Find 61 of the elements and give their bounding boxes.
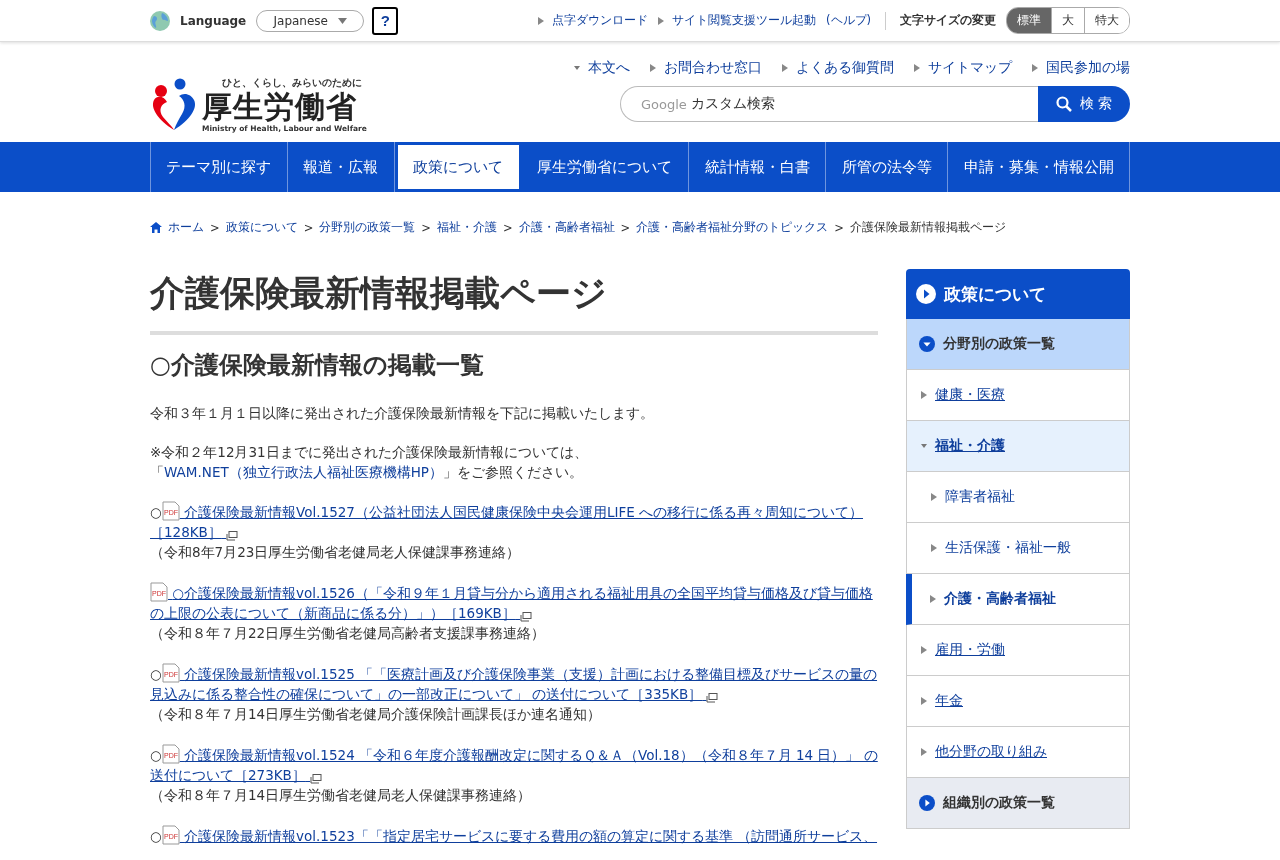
font-size-button[interactable]: 標準: [1007, 8, 1051, 33]
wam-net-link[interactable]: WAM.NET（独立行政法人福祉医療機構HP）: [164, 464, 443, 480]
breadcrumb-link[interactable]: 福祉・介護: [436, 220, 497, 235]
header-link[interactable]: 国民参加の場: [1032, 59, 1130, 77]
sidebar-title[interactable]: 政策について: [906, 269, 1130, 319]
nav-tab[interactable]: 申請・募集・情報公開: [948, 142, 1131, 192]
bullet-mark: ○: [150, 746, 162, 765]
language-label: Language: [180, 13, 247, 28]
bullet-mark: ○: [150, 665, 162, 684]
utility-link[interactable]: 点字ダウンロード: [538, 13, 648, 28]
header-link[interactable]: サイトマップ: [914, 59, 1012, 77]
search-button[interactable]: 検 索: [1038, 86, 1130, 122]
sidebar-section[interactable]: 分野別の政策一覧: [906, 319, 1130, 370]
sidebar-item[interactable]: 生活保護・福祉一般: [906, 523, 1130, 574]
header-link[interactable]: お問合わせ窓口: [650, 59, 762, 77]
help-button[interactable]: ?: [372, 6, 399, 35]
notice-source: （令和８年７月22日厚生労働省老健局高齢者支援課事務連絡）: [150, 624, 547, 643]
sidebar-item[interactable]: 年金: [906, 676, 1130, 727]
header-link[interactable]: 本文へ: [574, 59, 630, 77]
breadcrumb-separator: >: [620, 220, 631, 235]
language-select[interactable]: Japanese: [256, 9, 365, 32]
breadcrumb-separator: >: [502, 220, 513, 235]
nav-tab[interactable]: 所管の法令等: [826, 142, 949, 192]
nav-tab[interactable]: 報道・広報: [287, 142, 395, 192]
breadcrumb-separator: >: [421, 220, 431, 235]
nav-tab[interactable]: 統計情報・白書: [689, 142, 827, 192]
sidebar-item[interactable]: 介護・高齢者福祉: [906, 574, 1130, 625]
font-size-button[interactable]: 特大: [1084, 8, 1129, 33]
font-size-label: 文字サイズの変更: [900, 12, 996, 29]
breadcrumb-link[interactable]: 政策について: [225, 220, 298, 235]
notice-source: （令和8年7月23日厚生労働省老健局老人保健課事務連絡）: [150, 543, 522, 562]
sidebar-link[interactable]: 年金: [935, 692, 963, 710]
logo-name: 厚生労働省: [202, 90, 357, 124]
page-title: 介護保険最新情報掲載ページ: [150, 269, 878, 335]
section-heading: ○介護保険最新情報の掲載一覧: [150, 350, 485, 381]
notice-source: （令和８年７月14日厚生労働省老健局介護保険計画課長ほか連名通知）: [150, 705, 603, 724]
sidebar-link[interactable]: 障害者福祉: [945, 488, 1015, 506]
sidebar-section[interactable]: 組織別の政策一覧: [906, 778, 1130, 829]
breadcrumb-current: 介護保険最新情報掲載ページ: [849, 220, 1006, 235]
nav-tab[interactable]: 厚生労働省について: [521, 142, 690, 192]
note-text: ※令和２年12月31日までに発出された介護保険最新情報については、「WAM.NET（独立行政法人福祉医療機構HP）」をご参照ください。: [150, 443, 589, 482]
sidebar-link[interactable]: 生活保護・福祉一般: [945, 539, 1071, 557]
sidebar-link[interactable]: 介護・高齢者福祉: [944, 590, 1056, 608]
notice-source: （令和８年７月14日厚生労働省老健局老人保健課事務連絡）: [150, 786, 533, 805]
breadcrumb-separator: >: [834, 220, 844, 235]
utility-link[interactable]: (ヘルプ): [826, 13, 871, 28]
breadcrumb-separator: >: [210, 220, 220, 235]
bullet-mark: ○: [150, 503, 162, 522]
utility-link[interactable]: サイト閲覧支援ツール起動: [658, 13, 816, 28]
breadcrumb-link[interactable]: ホーム: [168, 220, 204, 235]
sidebar-link[interactable]: 健康・医療: [935, 386, 1005, 404]
breadcrumb-separator: >: [303, 220, 314, 235]
breadcrumb-link[interactable]: 介護・高齢者福祉: [518, 220, 615, 235]
breadcrumb-link[interactable]: 介護・高齢者福祉分野のトピックス: [636, 220, 829, 235]
header-link[interactable]: よくある御質問: [782, 59, 894, 77]
intro-text: 令和３年１月１日以降に発出された介護保険最新情報を下記に掲載いたします。: [150, 404, 655, 423]
breadcrumb-link[interactable]: 分野別の政策一覧: [319, 220, 416, 235]
nav-tab[interactable]: テーマ別に探す: [150, 142, 288, 192]
logo-tagline: ひと、くらし、みらいのために: [222, 77, 362, 90]
bullet-mark: ○: [150, 827, 162, 846]
sidebar-item[interactable]: 障害者福祉: [906, 472, 1130, 523]
